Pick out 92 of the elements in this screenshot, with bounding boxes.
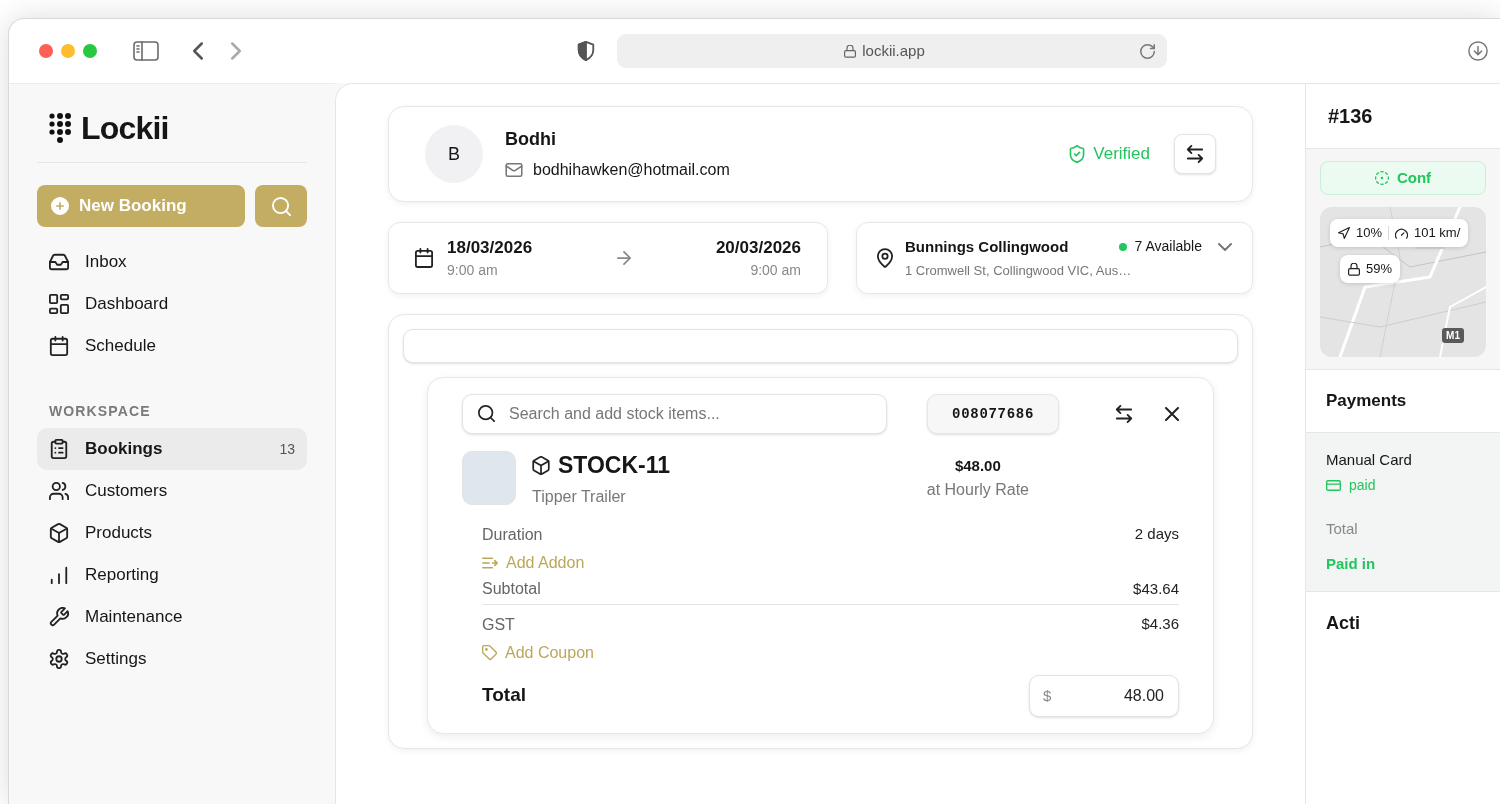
payment-status: paid [1349,476,1376,495]
end-date: 20/03/2026 [715,236,801,259]
serial-number-chip: 008077686 [927,394,1059,434]
section-label: WORKSPACE [48,402,152,421]
total-label: Total [482,683,526,708]
stock-name: Tipper Trailer [532,486,627,507]
gauge-icon [1395,227,1409,239]
calendar-icon [49,336,69,356]
location-card[interactable]: Bunnings Collingwood 7 Available 1 Cromwell St, Collingwood VIC, Aus… [856,222,1253,294]
summary-value: 2 days [1134,524,1179,545]
box-icon [532,455,550,475]
navigation-arrow-icon [1338,227,1350,239]
search-icon [478,405,495,422]
input-field[interactable] [403,329,1238,363]
lock-reading: 59% [1366,260,1393,279]
credit-card-icon [1326,480,1341,491]
logo-wordmark: Lockii [81,112,169,144]
photo-placeholder [462,451,516,506]
summary-value: $4.36 [1141,614,1179,635]
calendar-icon [415,248,433,268]
summary-value: $43.64 [1133,578,1179,599]
search-icon [271,196,291,216]
total-label: Total [1326,519,1359,539]
payment-total-status: Paid in [1326,553,1377,574]
stock-code: STOCK-11 [558,451,671,480]
dashboard-icon [49,294,69,314]
list-arrow-icon [482,556,498,569]
shield-icon[interactable] [577,41,595,61]
close-icon[interactable] [1165,407,1179,421]
summary-label: Duration [482,524,543,545]
clipboard-list-icon [49,439,69,459]
mail-icon [505,163,523,177]
users-icon [49,481,69,501]
shield-check-icon [1069,145,1086,163]
start-time: 9:00 am [447,261,499,281]
wrench-icon [49,607,69,627]
rate-label: at Hourly Rate [926,479,1029,500]
sidebar-item[interactable]: Customers [37,470,307,512]
direction-reading: 10% [1356,224,1383,243]
sidebar-toggle-icon[interactable] [133,41,159,61]
price: $48.00 [954,456,1001,476]
location-name: Bunnings Collingwood [905,236,1069,257]
email-address: bodhihawken@hotmail.com [533,160,730,180]
sidebar-item[interactable]: Schedule [37,325,307,367]
search-field[interactable]: Search and add stock items... [462,394,888,434]
gear-icon [49,649,69,669]
sidebar-item[interactable]: Products [37,512,307,554]
bar-chart-icon [49,565,69,585]
summary-label: Subtotal [482,579,541,599]
forward-icon[interactable] [231,42,241,60]
item-count: 13 [279,439,295,459]
download-icon[interactable] [1468,41,1488,61]
sidebar-item[interactable]: Inbox [37,241,307,283]
dashed-circle-icon [1374,171,1389,185]
map-pin-icon [877,248,893,268]
close-window-icon[interactable] [39,44,53,58]
plus-circle-icon [51,197,69,215]
sidebar-item[interactable]: Maintenance [37,596,307,638]
swap-icon[interactable] [1115,405,1133,423]
start-date: 18/03/2026 [447,236,533,259]
location-address: 1 Cromwell St, Collingwood VIC, Aus… [905,262,1133,280]
currency-symbol: $ [1043,685,1052,706]
sidebar-item[interactable]: Bookings 13 [37,428,307,470]
section-title: Payments [1326,391,1407,410]
avatar: B [425,125,483,183]
order-number: #136 [1328,104,1373,129]
customer-name: Bodhi [505,128,557,151]
sidebar-item[interactable]: Dashboard [37,283,307,325]
section-title: Acti [1326,613,1360,633]
summary-label: GST [482,614,515,635]
lock-icon [844,44,857,58]
address-bar[interactable]: lockii.app [617,34,1167,68]
sidebar-item[interactable]: Settings [37,638,307,680]
lock-icon [1348,262,1360,276]
box-icon [49,523,69,543]
reload-icon[interactable] [1140,43,1155,59]
sidebar-item[interactable]: Reporting [37,554,307,596]
swap-button[interactable] [1174,134,1216,174]
swap-icon [1186,145,1204,163]
chevron-down-icon[interactable] [1218,242,1232,251]
arrow-right-icon [617,251,631,265]
tag-icon [482,645,497,660]
end-time: 9:00 am [750,261,801,281]
verified-status: Verified [1093,143,1150,166]
road-badge: M1 [1442,328,1464,343]
inbox-icon [49,252,69,272]
payment-method: Manual Card [1326,449,1413,470]
back-icon[interactable] [193,42,203,60]
availability-text: 7 Available [1134,237,1202,257]
logo-icon [49,113,71,143]
status-text: Conf [1396,167,1432,188]
speed-reading: 101 km/ [1414,224,1461,243]
